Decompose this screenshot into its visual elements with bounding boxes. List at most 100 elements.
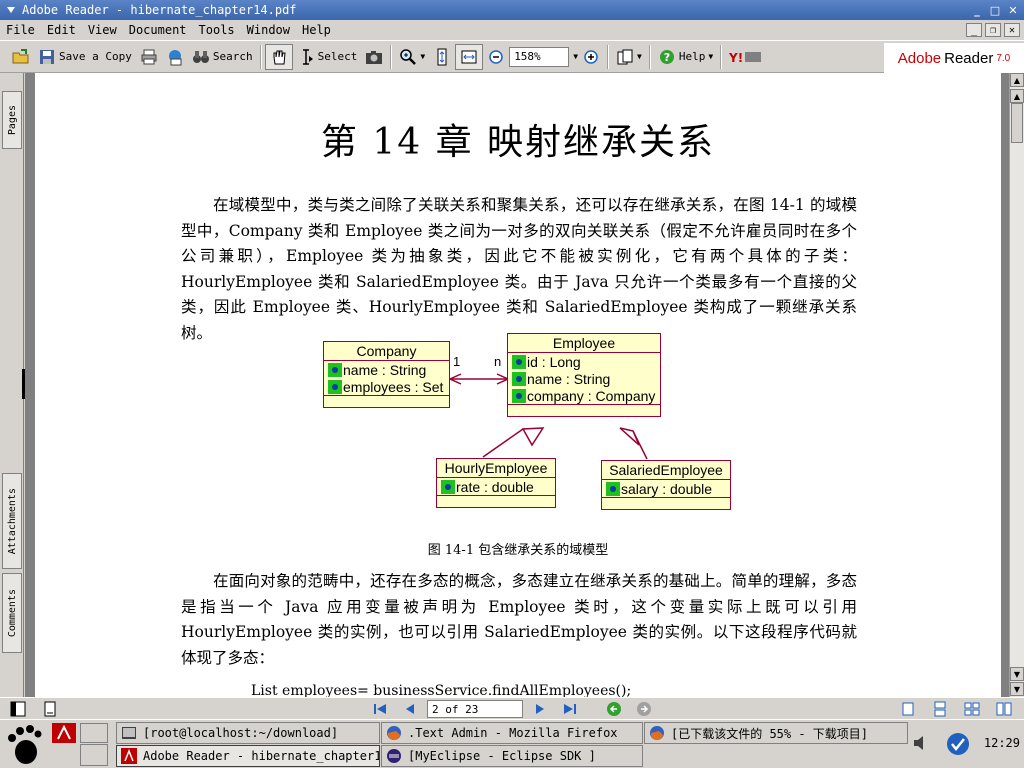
toolbar-separator <box>390 44 393 69</box>
update-notifier-icon[interactable] <box>946 732 970 756</box>
multiplicity-one: 1 <box>453 354 461 369</box>
tab-attachments[interactable]: Attachments <box>2 473 22 569</box>
page-icon[interactable] <box>42 701 58 717</box>
page-number-field[interactable]: 2 of 23 <box>427 700 523 718</box>
code-line: List employees= businessService.findAllE… <box>251 683 632 697</box>
help-dropdown-icon[interactable]: ▼ <box>708 52 713 61</box>
dropdown-arrow-icon[interactable]: ▼ <box>420 52 425 61</box>
taskbar: [root@localhost:~/download] .Text Admin … <box>0 719 1024 768</box>
minimize-icon[interactable]: _ <box>970 3 984 17</box>
page-up-icon[interactable]: ▲ <box>1010 89 1024 103</box>
pages-icon <box>617 49 633 64</box>
attribute-icon <box>512 354 526 369</box>
adobe-reader-logo: Adobe Reader 7.0 <box>884 43 1024 73</box>
uml-class-salaried-employee: SalariedEmployee salary : double <box>601 460 731 510</box>
doc-minimize-icon[interactable]: _ <box>966 23 982 37</box>
task-eclipse[interactable]: [MyEclipse - Eclipse SDK ] <box>381 745 643 767</box>
zoom-value: 158% <box>514 50 541 63</box>
open-button[interactable] <box>8 44 34 70</box>
zoom-in-tool-button[interactable]: ▼ <box>395 44 429 70</box>
eclipse-icon <box>387 749 401 763</box>
previous-page-icon[interactable] <box>402 701 418 717</box>
launcher-slot[interactable] <box>80 744 108 766</box>
scrollbar-thumb[interactable] <box>1011 103 1023 143</box>
menu-help[interactable]: Help <box>296 23 337 37</box>
toolbar-separator <box>720 44 723 69</box>
attribute-icon <box>328 379 342 394</box>
uml-class-hourly-employee: HourlyEmployee rate : double <box>436 458 556 508</box>
task-firefox[interactable]: .Text Admin - Mozilla Firefox <box>381 722 643 744</box>
menu-window[interactable]: Window <box>241 23 296 37</box>
facing-icon[interactable] <box>964 701 980 717</box>
launcher-slot[interactable] <box>80 723 108 743</box>
single-page-icon[interactable] <box>900 701 916 717</box>
fit-width-button[interactable] <box>429 44 455 70</box>
task-adobe-reader[interactable]: Adobe Reader - hibernate_chapter14.pdf <box>116 745 380 767</box>
zoom-in-button[interactable] <box>578 44 604 70</box>
search-label: Search <box>212 50 253 63</box>
help-button[interactable]: ? Help ▼ <box>654 44 717 70</box>
gnome-foot-icon[interactable] <box>4 724 44 766</box>
fit-page-button[interactable] <box>455 43 484 70</box>
volume-icon[interactable] <box>912 734 930 752</box>
zoom-field[interactable]: 158% <box>509 46 570 67</box>
terminal-icon <box>122 727 136 739</box>
adobe-launcher-icon[interactable] <box>52 723 76 743</box>
scroll-down-icon[interactable]: ▼ <box>1010 682 1024 696</box>
menu-tools[interactable]: Tools <box>193 23 241 37</box>
search-button[interactable]: Search <box>188 44 257 70</box>
camera-icon <box>366 50 383 64</box>
scroll-up-icon[interactable]: ▲ <box>1010 73 1024 87</box>
menu-edit[interactable]: Edit <box>41 23 82 37</box>
close-icon[interactable]: ✕ <box>1006 3 1020 17</box>
navigation-pane: Pages Attachments Comments <box>0 73 25 697</box>
save-copy-button[interactable]: Save a Copy <box>34 44 136 70</box>
page-down-icon[interactable]: ▼ <box>1010 667 1024 681</box>
nav-pane-toggle-icon[interactable] <box>10 701 26 717</box>
next-page-icon[interactable] <box>532 701 548 717</box>
clock[interactable]: 12:29 <box>984 736 1020 750</box>
previous-view-icon[interactable] <box>606 701 622 717</box>
help-icon: ? <box>659 49 674 64</box>
menu-file[interactable]: File <box>0 23 41 37</box>
uml-attribute: name : String <box>324 361 449 378</box>
document-view[interactable]: 第 14 章 映射继承关系 在域模型中，类与类之间除了关联关系和聚集关系，还可以… <box>25 73 1010 697</box>
rotate-button[interactable]: ▼ <box>612 44 646 70</box>
continuous-icon[interactable] <box>932 701 948 717</box>
figure-caption: 图 14-1 包含继承关系的域模型 <box>427 543 609 558</box>
continuous-facing-icon[interactable] <box>996 701 1012 717</box>
email-button[interactable] <box>162 44 188 70</box>
toolbar-separator <box>648 44 651 69</box>
menu-bar: File Edit View Document Tools Window Hel… <box>0 20 1024 40</box>
doc-close-icon[interactable]: ✕ <box>1004 23 1020 37</box>
next-view-icon[interactable] <box>636 701 652 717</box>
uml-attribute: salary : double <box>602 480 730 497</box>
maximize-icon[interactable]: □ <box>988 3 1002 17</box>
task-downloads[interactable]: [已下载该文件的 55% - 下载项目] <box>644 722 908 744</box>
doc-restore-icon[interactable]: ❐ <box>985 23 1001 37</box>
help-label: Help <box>678 50 706 63</box>
menu-view[interactable]: View <box>82 23 123 37</box>
yahoo-button[interactable]: Y! <box>725 44 767 70</box>
tab-pages[interactable]: Pages <box>2 91 22 149</box>
hand-icon <box>273 50 286 64</box>
zoom-out-icon <box>489 49 503 64</box>
attribute-icon <box>606 481 620 496</box>
print-button[interactable] <box>136 44 162 70</box>
actual-size-icon <box>437 48 447 65</box>
toolbar: Save a Copy Search Select ▼ 158% ▼ ▼ ? H… <box>0 40 1024 73</box>
snapshot-button[interactable] <box>361 44 387 70</box>
rotate-dropdown-icon[interactable]: ▼ <box>637 52 642 61</box>
menu-document[interactable]: Document <box>123 23 193 37</box>
select-tool-button[interactable]: Select <box>293 44 362 70</box>
task-terminal[interactable]: [root@localhost:~/download] <box>116 722 380 744</box>
first-page-icon[interactable] <box>372 701 388 717</box>
zoom-out-button[interactable] <box>483 44 509 70</box>
vertical-scrollbar[interactable]: ▲ ▲ ▼ ▼ <box>1009 73 1024 697</box>
window-menu-icon[interactable] <box>6 6 16 14</box>
last-page-icon[interactable] <box>562 701 578 717</box>
zoom-in-icon <box>584 49 598 64</box>
tab-comments[interactable]: Comments <box>2 573 22 653</box>
uml-attribute: name : String <box>508 370 660 387</box>
hand-tool-button[interactable] <box>264 43 293 70</box>
